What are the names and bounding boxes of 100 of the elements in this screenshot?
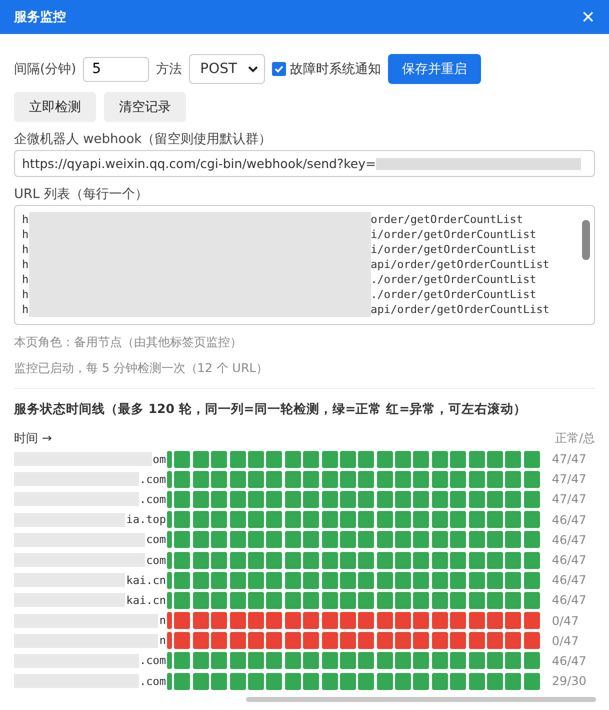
status-cell	[340, 612, 356, 630]
status-cell	[230, 490, 246, 508]
status-cell	[358, 511, 374, 528]
status-cell	[413, 612, 430, 630]
webhook-field[interactable]: https://qyapi.weixin.qq.com/cgi-bin/webhook/send?key=	[14, 150, 595, 177]
ratio-text: 47/47	[552, 452, 586, 466]
url-end-text: api/order/getOrderCountList	[370, 302, 550, 317]
status-cell	[376, 612, 393, 630]
status-cell	[468, 552, 485, 569]
host-text: com	[146, 533, 166, 546]
status-cell	[284, 511, 301, 528]
status-cell	[413, 470, 430, 488]
status-cell	[174, 652, 190, 670]
status-cell	[432, 632, 448, 650]
status-cell	[322, 672, 338, 690]
status-cell	[505, 652, 522, 670]
status-cell	[174, 632, 190, 650]
method-dropdown[interactable]: POST	[189, 54, 266, 84]
status-cell	[303, 450, 320, 468]
status-note: 监控已启动，每 5 分钟检测一次（12 个 URL）	[14, 360, 269, 377]
status-cell	[211, 632, 228, 650]
status-cell	[413, 490, 430, 508]
status-cell	[284, 450, 301, 468]
status-cell	[395, 490, 412, 508]
status-cell	[505, 490, 522, 508]
status-cell	[358, 531, 374, 548]
host-text: kai.cn	[126, 594, 166, 607]
url-list-textarea[interactable]: h order/getOrderCountList h i/order/getOrderCountList h i/order/getOrderCountList h api/order/getOrderCountList h ./order/getOrderCountList h ./order/getOrderCountList h api/order/getOrderCountList	[14, 205, 595, 325]
status-cell	[284, 612, 301, 630]
status-cell	[376, 552, 393, 569]
host-text: n	[159, 614, 166, 628]
status-cell	[230, 672, 246, 690]
method-label: 方法	[156, 61, 182, 78]
status-cell	[230, 632, 246, 650]
status-cell	[376, 632, 393, 650]
status-cell	[487, 652, 504, 670]
status-cell	[340, 470, 356, 488]
status-cell	[524, 450, 540, 468]
ratio-header: 正常/总	[554, 430, 595, 447]
status-cell	[266, 552, 282, 569]
status-cell	[395, 632, 412, 650]
url-end-text: i/order/getOrderCountList	[370, 242, 536, 257]
save-restart-button[interactable]: 保存并重启	[388, 54, 482, 84]
status-cell	[211, 672, 228, 690]
status-cell	[450, 450, 466, 468]
interval-field[interactable]: 5	[83, 56, 150, 82]
status-cell	[524, 531, 540, 548]
status-cell	[413, 652, 430, 670]
window-title: 服务监控	[14, 9, 66, 26]
status-cell	[376, 511, 393, 528]
notify-checkbox[interactable]	[272, 62, 286, 76]
status-cell	[395, 552, 412, 569]
status-cell	[432, 490, 448, 508]
status-cell	[505, 450, 522, 468]
status-cell	[395, 450, 412, 468]
status-cell	[340, 531, 356, 548]
url-end-text: ./order/getOrderCountList	[370, 272, 536, 287]
host-text: com	[146, 554, 166, 567]
status-cell	[413, 572, 430, 589]
close-button[interactable]: ✕	[581, 6, 595, 28]
status-cell	[524, 612, 540, 630]
status-cell	[284, 531, 301, 548]
status-cell	[340, 652, 356, 670]
status-cell	[284, 552, 301, 569]
status-cell	[487, 450, 504, 468]
status-cell	[284, 572, 301, 589]
url-start-text: h	[22, 257, 29, 272]
status-cell	[248, 652, 264, 670]
status-cell	[505, 572, 522, 589]
status-cell	[505, 632, 522, 650]
action-button[interactable]: 清空记录	[104, 92, 186, 122]
ratio-text: 46/47	[552, 512, 586, 527]
status-cell	[505, 552, 522, 569]
status-cell	[358, 470, 374, 488]
status-cell	[192, 672, 209, 690]
status-cell	[303, 490, 320, 508]
status-cell	[413, 552, 430, 569]
status-cell	[192, 572, 209, 589]
status-cell	[192, 592, 209, 609]
status-cell	[211, 592, 228, 609]
status-cell	[358, 450, 374, 468]
status-cell	[322, 450, 338, 468]
status-cell	[395, 672, 412, 690]
horizontal-scrollbar[interactable]	[246, 697, 596, 702]
status-cell	[524, 632, 540, 650]
status-cell	[487, 592, 504, 609]
status-cell	[284, 632, 301, 650]
status-cell	[248, 612, 264, 630]
status-cell	[284, 490, 301, 508]
status-cell	[322, 632, 338, 650]
action-button[interactable]: 立即检测	[14, 92, 96, 122]
status-cell	[376, 672, 393, 690]
status-cell	[303, 531, 320, 548]
status-cell	[505, 511, 522, 528]
status-cell	[322, 612, 338, 630]
status-cell	[487, 490, 504, 508]
status-cell	[248, 450, 264, 468]
status-cell	[340, 632, 356, 650]
status-cell	[230, 592, 246, 609]
status-cell	[413, 450, 430, 468]
